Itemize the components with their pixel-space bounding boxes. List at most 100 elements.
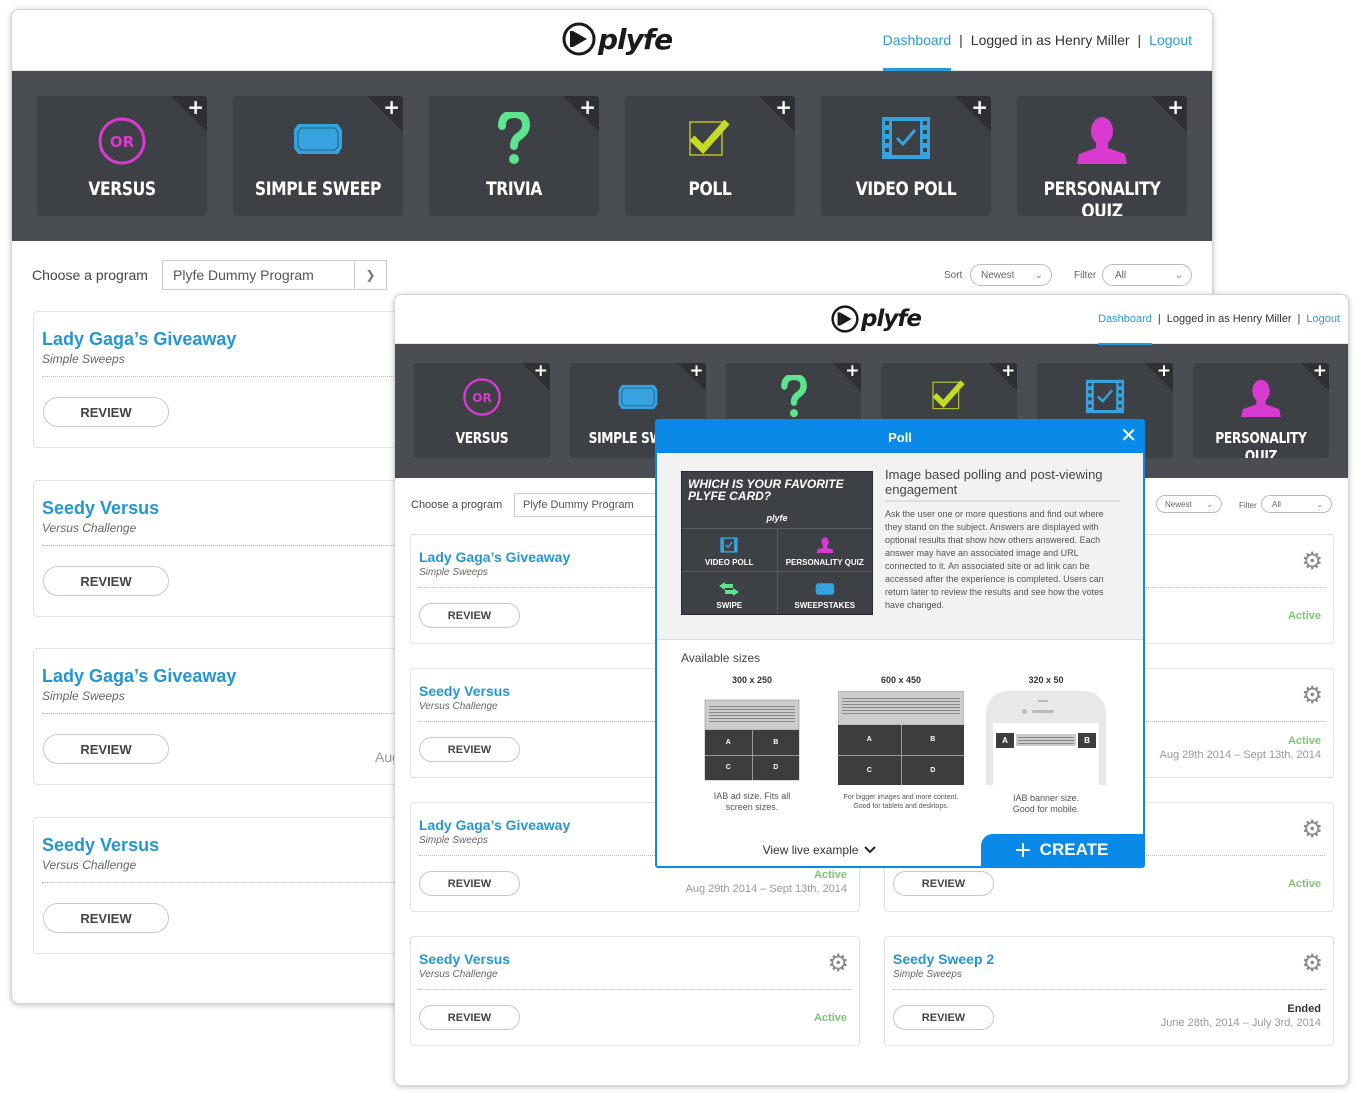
tile-personality-quiz[interactable]: + PERSONALITY QUIZ <box>1017 96 1187 216</box>
film-check-icon <box>720 537 738 553</box>
preview-option: VIDEO POLL <box>682 529 777 571</box>
plyfe-logo[interactable]: plyfe <box>831 305 922 333</box>
program-select-value: Plyfe Dummy Program <box>523 499 634 511</box>
size-mockup: ABCD <box>704 699 800 781</box>
preview-option-label: PERSONALITY QUIZ <box>785 558 864 567</box>
poll-preview-card: WHICH IS YOUR FAVORITE PLYFE CARD? plyfe… <box>681 471 873 615</box>
top-nav: Dashboard | Logged in as Henry Miller | … <box>882 32 1192 71</box>
campaign-card: Lady Gaga’s Giveaway Simple Sweeps REVIE… <box>33 648 413 785</box>
view-live-example-button[interactable]: View live example <box>657 834 982 866</box>
add-icon: + <box>1156 363 1172 381</box>
card-title[interactable]: Seedy Sweep 2 <box>893 951 994 967</box>
logout-link[interactable]: Logout <box>1306 313 1340 325</box>
card-title[interactable]: Lady Gaga’s Giveaway <box>42 666 236 687</box>
option-cell: B <box>752 730 799 755</box>
status-badge: Active <box>1287 610 1321 622</box>
tile-versus[interactable]: + OR VERSUS <box>414 363 550 458</box>
review-button[interactable]: REVIEW <box>43 566 169 596</box>
divider <box>42 713 412 714</box>
tile-versus[interactable]: + OR VERSUS <box>37 96 207 216</box>
card-title[interactable]: Lady Gaga’s Giveaway <box>419 549 570 565</box>
create-button[interactable]: CREATE <box>981 834 1143 866</box>
logout-link[interactable]: Logout <box>1149 32 1192 48</box>
card-title[interactable]: Lady Gaga’s Giveaway <box>419 817 570 833</box>
tile-label: PERSONALITY QUIZ <box>1043 178 1161 216</box>
preview-option: PERSONALITY QUIZ <box>777 529 872 571</box>
size-note: IAB banner size. Good for mobile. <box>1012 793 1080 814</box>
close-icon[interactable]: ✕ <box>1120 423 1137 447</box>
card-title[interactable]: Seedy Versus <box>42 835 159 856</box>
ticket-icon <box>618 384 658 410</box>
review-button[interactable]: REVIEW <box>419 871 520 896</box>
filter-select[interactable]: All ⌄ <box>1102 264 1192 286</box>
option-cell: C <box>705 755 752 780</box>
review-button[interactable]: REVIEW <box>419 1005 520 1030</box>
add-icon: + <box>1312 363 1327 381</box>
tile-poll[interactable]: + POLL <box>625 96 795 216</box>
person-icon <box>1241 379 1281 417</box>
review-button[interactable]: REVIEW <box>419 603 520 628</box>
dashboard-link[interactable]: Dashboard <box>883 32 952 48</box>
review-button[interactable]: REVIEW <box>893 1005 994 1030</box>
chevron-down-icon <box>864 846 877 854</box>
divider <box>419 989 851 990</box>
option-cell: B <box>1078 732 1096 748</box>
review-button[interactable]: REVIEW <box>893 871 994 896</box>
option-cell: C <box>838 755 901 785</box>
review-button[interactable]: REVIEW <box>419 737 520 762</box>
person-icon <box>1077 117 1127 164</box>
ticket-icon <box>815 583 834 595</box>
tile-bar: + OR VERSUS + SIMPLE SWEEP + TRIVIA + PO… <box>12 71 1212 241</box>
tile-simple-sweep[interactable]: + SIMPLE SWEEP <box>233 96 403 216</box>
status-badge: Active <box>1287 878 1321 890</box>
campaign-card: Seedy Versus Versus Challenge REVIEW <box>33 817 413 954</box>
status-badge: Active <box>1287 735 1321 747</box>
modal-intro: WHICH IS YOUR FAVORITE PLYFE CARD? plyfe… <box>657 453 1143 640</box>
sort-select[interactable]: Newest ⌄ <box>1156 495 1222 513</box>
gear-icon[interactable]: ⚙ <box>1301 949 1323 978</box>
status-badge: Ended <box>1287 1003 1321 1015</box>
option-cell: A <box>996 732 1014 748</box>
program-toolbar: Choose a program Plyfe Dummy Program ❯ S… <box>12 241 1212 301</box>
chevron-down-icon: ⌄ <box>1316 499 1323 509</box>
nav-separator: | <box>1157 313 1161 325</box>
size-note: For bigger images and more content. Good… <box>843 794 959 810</box>
add-icon: + <box>383 96 400 119</box>
gear-icon[interactable]: ⚙ <box>1301 681 1323 710</box>
film-check-icon <box>1086 379 1125 414</box>
active-tab-indicator <box>882 68 951 71</box>
divider <box>893 989 1325 990</box>
gear-icon[interactable]: ⚙ <box>1301 547 1323 576</box>
gear-icon[interactable]: ⚙ <box>827 949 849 978</box>
review-button[interactable]: REVIEW <box>43 397 169 427</box>
review-button[interactable]: REVIEW <box>43 734 169 764</box>
card-type: Versus Challenge <box>419 969 498 980</box>
question-mark-icon <box>498 112 531 164</box>
card-type: Simple Sweeps <box>42 689 125 703</box>
modal-title: Poll <box>888 429 912 445</box>
card-title[interactable]: Lady Gaga’s Giveaway <box>42 329 236 350</box>
review-button[interactable]: REVIEW <box>43 903 169 933</box>
program-select[interactable]: Plyfe Dummy Program ❯ <box>162 260 387 290</box>
plyfe-logo[interactable]: plyfe <box>562 22 673 56</box>
filter-select[interactable]: All ⌄ <box>1261 495 1332 513</box>
card-title[interactable]: Seedy Versus <box>419 683 510 699</box>
tile-video-poll[interactable]: + VIDEO POLL <box>821 96 991 216</box>
add-icon: + <box>1001 363 1016 381</box>
add-icon: + <box>187 96 204 119</box>
tile-trivia[interactable]: + TRIVIA <box>429 96 599 216</box>
size-option-600x450[interactable]: 600 x 450 ABCD For bigger images and mor… <box>835 675 967 811</box>
card-title[interactable]: Seedy Versus <box>419 951 510 967</box>
gear-icon[interactable]: ⚙ <box>1301 815 1323 844</box>
sort-select[interactable]: Newest ⌄ <box>970 264 1052 286</box>
card-type: Simple Sweeps <box>419 835 488 846</box>
size-option-320x50[interactable]: 320 x 50 A B IAB banner size. Good for m… <box>985 675 1107 815</box>
tile-personality-quiz[interactable]: + PERSONALITY QUIZ <box>1193 363 1329 458</box>
card-title[interactable]: Seedy Versus <box>42 498 159 519</box>
dashboard-link[interactable]: Dashboard <box>1098 313 1152 325</box>
svg-text:OR: OR <box>110 133 135 151</box>
size-option-300x250[interactable]: 300 x 250 ABCD IAB ad size. Fits all scr… <box>697 675 807 813</box>
header: plyfe Dashboard | Logged in as Henry Mil… <box>12 10 1212 71</box>
filter-label: Filter <box>1239 501 1257 510</box>
add-icon: + <box>775 96 792 119</box>
